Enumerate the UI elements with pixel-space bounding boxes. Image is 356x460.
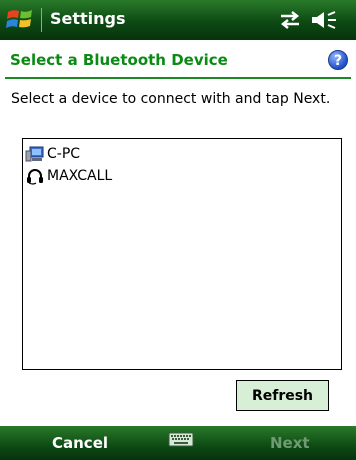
next-button[interactable]: Next (270, 434, 310, 452)
device-label: MAXCALL (47, 168, 113, 184)
device-list[interactable]: C-PC MAXCALL (22, 138, 342, 370)
cancel-button[interactable]: Cancel (52, 434, 108, 452)
windows-flag-icon[interactable] (5, 4, 35, 34)
header-divider (5, 77, 351, 79)
title-bar: Settings (0, 0, 356, 40)
page-header: Select a Bluetooth Device (0, 40, 356, 78)
list-item-maxcall[interactable]: MAXCALL (25, 165, 112, 187)
title-separator (41, 8, 42, 32)
menu-bar: Cancel Next (0, 426, 356, 460)
computer-icon (25, 146, 44, 162)
instruction-text: Select a device to connect with and tap … (11, 91, 331, 107)
app-title: Settings (50, 9, 126, 28)
page-title: Select a Bluetooth Device (10, 51, 228, 69)
list-item-c-pc[interactable]: C-PC (25, 143, 80, 165)
refresh-button[interactable]: Refresh (236, 380, 329, 411)
headset-icon (27, 169, 43, 185)
keyboard-icon[interactable] (168, 431, 194, 449)
connectivity-arrows-icon[interactable] (277, 10, 303, 30)
help-icon[interactable]: ? (328, 50, 348, 70)
speaker-icon[interactable] (310, 9, 338, 31)
device-label: C-PC (47, 146, 81, 162)
